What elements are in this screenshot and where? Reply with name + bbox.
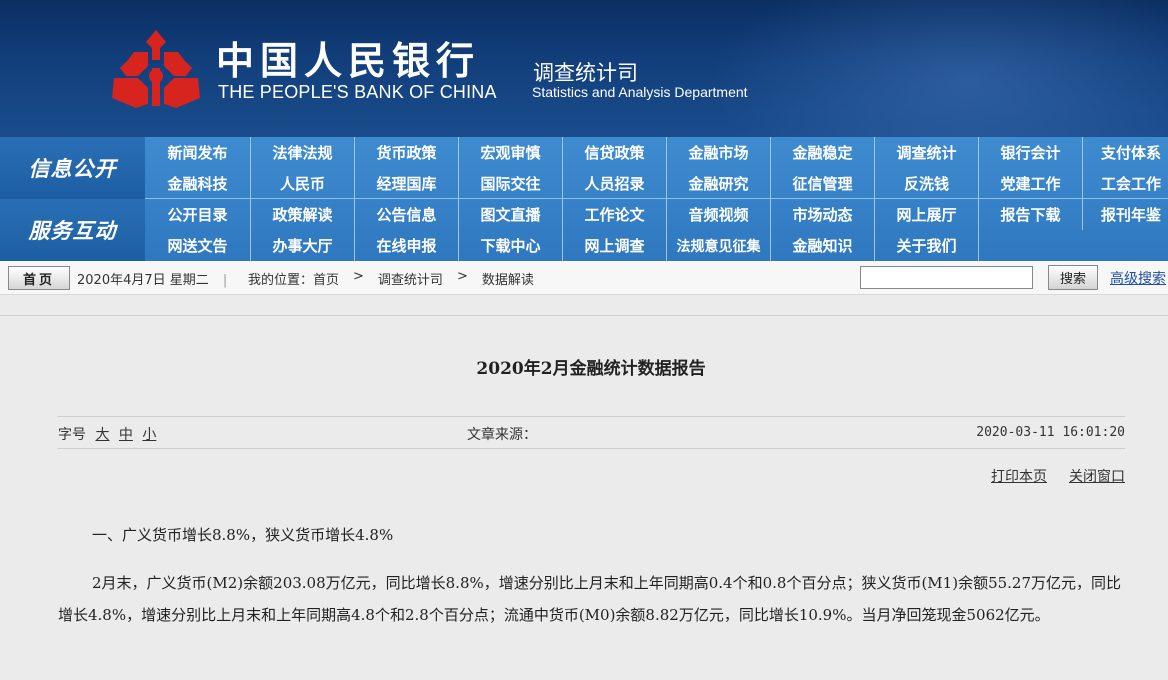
department-name-en: Statistics and Analysis Department [532,84,748,100]
nav-group-label: 信息公开 [0,137,145,199]
header-banner: 中国人民银行 THE PEOPLE'S BANK OF CHINA 调查统计司 … [0,0,1168,137]
article-content: 2020年2月金融统计数据报告 字号 大 中 小 文章来源： 2020-03-1… [0,315,1168,680]
article-paragraph: 2月末，广义货币(M2)余额203.08万亿元，同比增长8.8%，增速分别比上月… [58,574,1122,624]
nav-item[interactable]: 公告信息 [355,199,459,230]
search-button[interactable]: 搜索 [1048,265,1098,290]
nav-item[interactable]: 报刊年鉴 [1083,199,1168,230]
nav-item[interactable]: 金融市场 [667,137,771,168]
nav-item[interactable]: 信贷政策 [563,137,667,168]
nav-row: 新闻发布 法律法规 货币政策 宏观审慎 信贷政策 金融市场 金融稳定 调查统计 … [145,137,1168,168]
nav-item[interactable]: 音频视频 [667,199,771,230]
breadcrumb-item[interactable]: 调查统计司 [378,269,443,288]
nav-item[interactable]: 办事大厅 [251,230,355,261]
breadcrumb-separator: > [353,269,364,284]
current-date: 2020年4月7日 星期二 | [77,269,227,288]
nav-row: 公开目录 政策解读 公告信息 图文直播 工作论文 音频视频 市场动态 网上展厅 … [145,199,1168,230]
font-size-large-link[interactable]: 大 [95,427,109,443]
article-source: 文章来源： [467,427,537,443]
nav-item[interactable]: 工会工作 [1083,168,1168,199]
nav-item[interactable]: 人员招录 [563,168,667,199]
nav-item[interactable]: 在线申报 [355,230,459,261]
font-size-small-link[interactable]: 小 [142,427,156,443]
nav-item[interactable]: 公开目录 [145,199,251,230]
nav-item[interactable]: 人民币 [251,168,355,199]
nav-item[interactable]: 法规意见征集 [667,230,771,261]
nav-item[interactable]: 国际交往 [459,168,563,199]
banner-glow [708,0,1168,137]
nav-group-service: 服务互动 公开目录 政策解读 公告信息 图文直播 工作论文 音频视频 市场动态 … [0,199,1168,261]
pboc-logo-icon [112,30,200,108]
section-heading: 一、广义货币增长8.8%，狭义货币增长4.8% [92,526,394,544]
font-size-medium-link[interactable]: 中 [119,427,133,443]
bank-name-cn: 中国人民银行 [216,38,481,83]
nav-item[interactable]: 支付体系 [1083,137,1168,168]
home-button[interactable]: 首页 [8,266,70,290]
nav-item[interactable]: 金融知识 [771,230,875,261]
breadcrumb-item[interactable]: 数据解读 [482,269,534,288]
nav-item[interactable]: 宏观审慎 [459,137,563,168]
nav-item[interactable]: 网上调查 [563,230,667,261]
nav-item[interactable]: 调查统计 [875,137,979,168]
nav-group-label: 服务互动 [0,199,145,261]
nav-item[interactable]: 关于我们 [875,230,979,261]
nav-item[interactable]: 图文直播 [459,199,563,230]
nav-row: 金融科技 人民币 经理国库 国际交往 人员招录 金融研究 征信管理 反洗钱 党建… [145,168,1168,199]
main-nav: 信息公开 新闻发布 法律法规 货币政策 宏观审慎 信贷政策 金融市场 金融稳定 … [0,137,1168,261]
nav-item[interactable]: 金融研究 [667,168,771,199]
nav-item[interactable]: 征信管理 [771,168,875,199]
nav-item[interactable]: 金融稳定 [771,137,875,168]
nav-item[interactable]: 网上展厅 [875,199,979,230]
nav-item[interactable]: 反洗钱 [875,168,979,199]
toolbar: 首页 2020年4月7日 星期二 | 我的位置：首页 > 调查统计司 > 数据解… [0,261,1168,295]
nav-item[interactable]: 货币政策 [355,137,459,168]
nav-item[interactable]: 下载中心 [459,230,563,261]
bank-name-en: THE PEOPLE'S BANK OF CHINA [218,82,497,102]
close-window-link[interactable]: 关闭窗口 [1069,466,1125,486]
breadcrumb: 我的位置：首页 > 调查统计司 > 数据解读 [248,269,534,288]
article-title: 2020年2月金融统计数据报告 [476,359,706,379]
nav-item[interactable]: 网送文告 [145,230,251,261]
nav-row: 网送文告 办事大厅 在线申报 下载中心 网上调查 法规意见征集 金融知识 关于我… [145,230,979,261]
department-name-cn: 调查统计司 [533,61,638,85]
nav-item[interactable]: 党建工作 [979,168,1083,199]
article-actions: 打印本页 关闭窗口 [991,466,1125,486]
print-link[interactable]: 打印本页 [991,466,1047,486]
nav-item[interactable]: 政策解读 [251,199,355,230]
advanced-search-link[interactable]: 高级搜索 [1110,268,1166,288]
font-size-control: 字号 大 中 小 [58,424,156,444]
search-input[interactable] [860,266,1033,289]
nav-item[interactable]: 报告下载 [979,199,1083,230]
article-meta: 字号 大 中 小 文章来源： 2020-03-11 16:01:20 [58,416,1125,449]
nav-item[interactable]: 法律法规 [251,137,355,168]
font-size-label: 字号 [58,427,86,443]
breadcrumb-item[interactable]: 我的位置：首页 [248,269,339,288]
nav-item[interactable]: 市场动态 [771,199,875,230]
nav-item[interactable]: 经理国库 [355,168,459,199]
separator: | [222,273,228,288]
nav-item[interactable]: 金融科技 [145,168,251,199]
nav-group-info: 信息公开 新闻发布 法律法规 货币政策 宏观审慎 信贷政策 金融市场 金融稳定 … [0,137,1168,199]
nav-item[interactable]: 工作论文 [563,199,667,230]
nav-item[interactable]: 新闻发布 [145,137,251,168]
publish-time: 2020-03-11 16:01:20 [976,425,1125,440]
date-label: 2020年4月7日 星期二 [77,273,209,288]
breadcrumb-separator: > [456,269,468,284]
nav-item[interactable]: 银行会计 [979,137,1083,168]
